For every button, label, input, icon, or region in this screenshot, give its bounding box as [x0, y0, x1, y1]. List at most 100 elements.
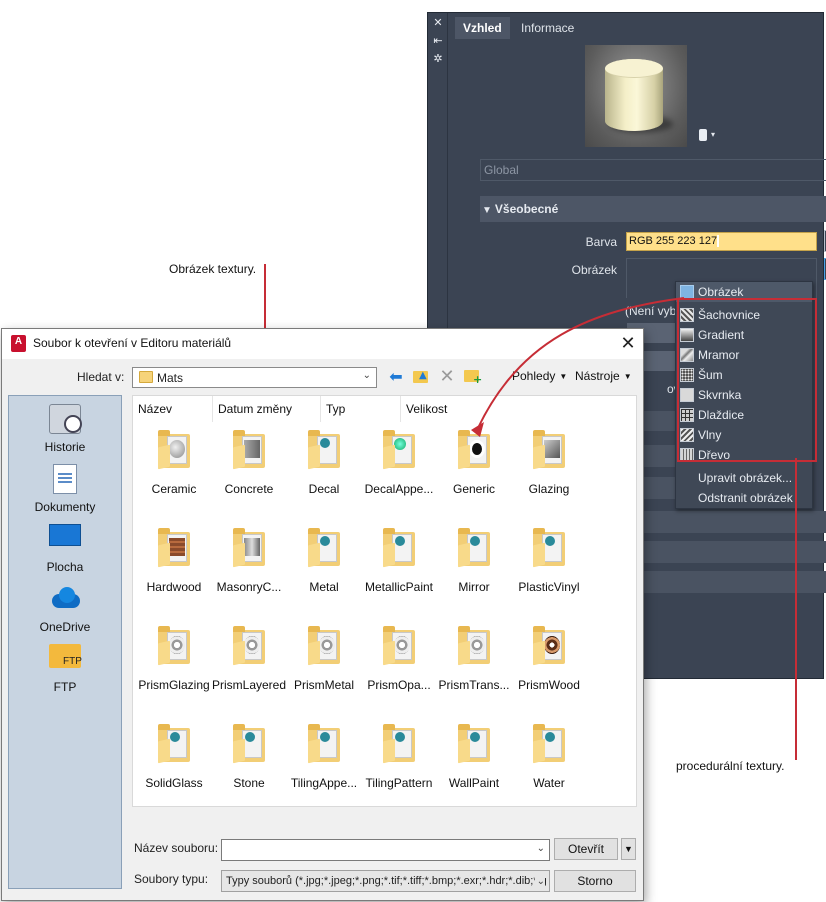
section-general[interactable]: ▼ Všeobecné: [480, 196, 826, 222]
folder-icon: [233, 626, 265, 666]
material-glyph: [169, 440, 185, 458]
folder-front: [383, 542, 395, 568]
folder-icon: [308, 724, 340, 764]
place-label: OneDrive: [39, 620, 91, 634]
menu-item-edit-image[interactable]: Upravit obrázek...: [676, 468, 812, 488]
file-item[interactable]: DecalAppe...: [361, 430, 437, 526]
folder-icon: [158, 724, 190, 764]
folder-front: [458, 738, 470, 764]
views-menu[interactable]: Pohledy ▼: [512, 369, 567, 383]
settings-icon[interactable]: ✲: [432, 53, 444, 65]
folder-icon: [158, 626, 190, 666]
place-ftp[interactable]: FTP FTP: [9, 644, 121, 694]
file-list-view[interactable]: Název Datum změny Typ Velikost Ceramic Co…: [132, 395, 637, 807]
place-desktop[interactable]: Plocha: [9, 524, 121, 574]
menu-item-remove-image[interactable]: Odstranit obrázek: [676, 488, 812, 508]
material-glyph: [395, 732, 405, 742]
folder-front: [158, 542, 170, 568]
up-arrow: ▲: [419, 370, 427, 381]
collapse-arrow-icon: ▼: [482, 205, 492, 216]
onedrive-icon: [49, 584, 81, 614]
file-item[interactable]: Stone: [211, 724, 287, 806]
file-type-select[interactable]: Typy souborů (*.jpg;*.jpeg;*.png;*.tif;*…: [221, 870, 550, 892]
open-button[interactable]: Otevřít: [554, 838, 618, 860]
material-glyph: [169, 636, 185, 654]
folder-front: [533, 738, 545, 764]
file-item[interactable]: Concrete: [211, 430, 287, 526]
material-glyph: [395, 536, 405, 546]
color-label: Barva: [585, 235, 617, 249]
file-name: Stone: [233, 776, 265, 790]
file-name: PrismLayered: [211, 678, 287, 692]
column-header-type[interactable]: Typ: [321, 396, 401, 422]
up-folder-icon[interactable]: ▲: [410, 367, 432, 387]
file-item[interactable]: MasonryC...: [211, 528, 287, 624]
file-item[interactable]: Glazing: [511, 430, 587, 526]
tab-appearance[interactable]: Vzhled: [455, 17, 510, 39]
place-onedrive[interactable]: OneDrive: [9, 584, 121, 634]
file-item[interactable]: Decal: [286, 430, 362, 526]
file-item[interactable]: Generic: [436, 430, 512, 526]
file-item[interactable]: Ceramic: [136, 430, 212, 526]
file-item[interactable]: Metal: [286, 528, 362, 624]
file-name-input[interactable]: ⌄: [221, 839, 550, 861]
material-glyph: [244, 440, 260, 458]
file-item[interactable]: TilingAppe...: [286, 724, 362, 806]
folder-icon: [533, 430, 565, 470]
file-item[interactable]: TilingPattern: [361, 724, 437, 806]
new-folder-icon[interactable]: +: [461, 367, 483, 387]
file-item[interactable]: SolidGlass: [136, 724, 212, 806]
file-name: MetallicPaint: [364, 580, 434, 594]
file-item[interactable]: PrismWood: [511, 626, 587, 722]
close-button[interactable]: ✕: [613, 329, 643, 359]
folder-icon: [458, 528, 490, 568]
file-item[interactable]: PrismOpa...: [361, 626, 437, 722]
close-icon[interactable]: ✕: [432, 17, 444, 29]
delete-icon[interactable]: ✕: [436, 367, 458, 387]
back-arrow-icon[interactable]: ⬅: [385, 367, 407, 387]
material-glyph: [544, 636, 560, 654]
material-name-field[interactable]: Global: [480, 159, 826, 181]
file-item[interactable]: PrismTrans...: [436, 626, 512, 722]
folder-front: [533, 640, 545, 666]
tools-menu[interactable]: Nástroje ▼: [575, 369, 632, 383]
file-item[interactable]: Hardwood: [136, 528, 212, 624]
file-item[interactable]: MetallicPaint: [361, 528, 437, 624]
callout-line-image: [264, 264, 266, 336]
folder-front: [158, 738, 170, 764]
folder-icon: [233, 430, 265, 470]
column-header-size[interactable]: Velikost: [401, 396, 481, 422]
place-documents[interactable]: Dokumenty: [9, 464, 121, 514]
open-options-button[interactable]: ▼: [621, 838, 636, 860]
autocad-app-icon: A: [11, 335, 26, 352]
cylinder-icon: [699, 129, 707, 141]
pin-icon[interactable]: ⇤: [432, 35, 444, 47]
material-glyph: [245, 732, 255, 742]
file-item[interactable]: Mirror: [436, 528, 512, 624]
file-name: Generic: [452, 482, 496, 496]
file-name: PrismTrans...: [438, 678, 510, 692]
column-header-date[interactable]: Datum změny: [213, 396, 321, 422]
callout-procedural: procedurální textury.: [676, 759, 785, 773]
file-item[interactable]: PrismLayered: [211, 626, 287, 722]
material-glyph: [469, 636, 485, 654]
file-name: DecalAppe...: [364, 482, 434, 496]
tab-information[interactable]: Informace: [513, 17, 582, 39]
file-item[interactable]: WallPaint: [436, 724, 512, 806]
look-in-combo[interactable]: Mats ⌄: [132, 367, 377, 388]
place-history[interactable]: Historie: [9, 404, 121, 454]
file-item[interactable]: PrismGlazing: [136, 626, 212, 722]
column-header-name[interactable]: Název: [133, 396, 213, 422]
folder-front: [233, 542, 245, 568]
file-type-value: Typy souborů (*.jpg;*.jpeg;*.png;*.tif;*…: [226, 875, 547, 887]
history-icon: [49, 404, 82, 434]
file-name: Metal: [309, 580, 339, 594]
file-item[interactable]: PlasticVinyl: [511, 528, 587, 624]
cancel-button[interactable]: Storno: [554, 870, 636, 892]
preview-shape-button[interactable]: ▾: [697, 129, 723, 143]
menu-item-label: Obrázek: [698, 285, 744, 299]
file-item[interactable]: Water: [511, 724, 587, 806]
file-item[interactable]: PrismMetal: [286, 626, 362, 722]
color-field[interactable]: RGB 255 223 127: [626, 232, 817, 251]
image-icon: [680, 285, 694, 299]
